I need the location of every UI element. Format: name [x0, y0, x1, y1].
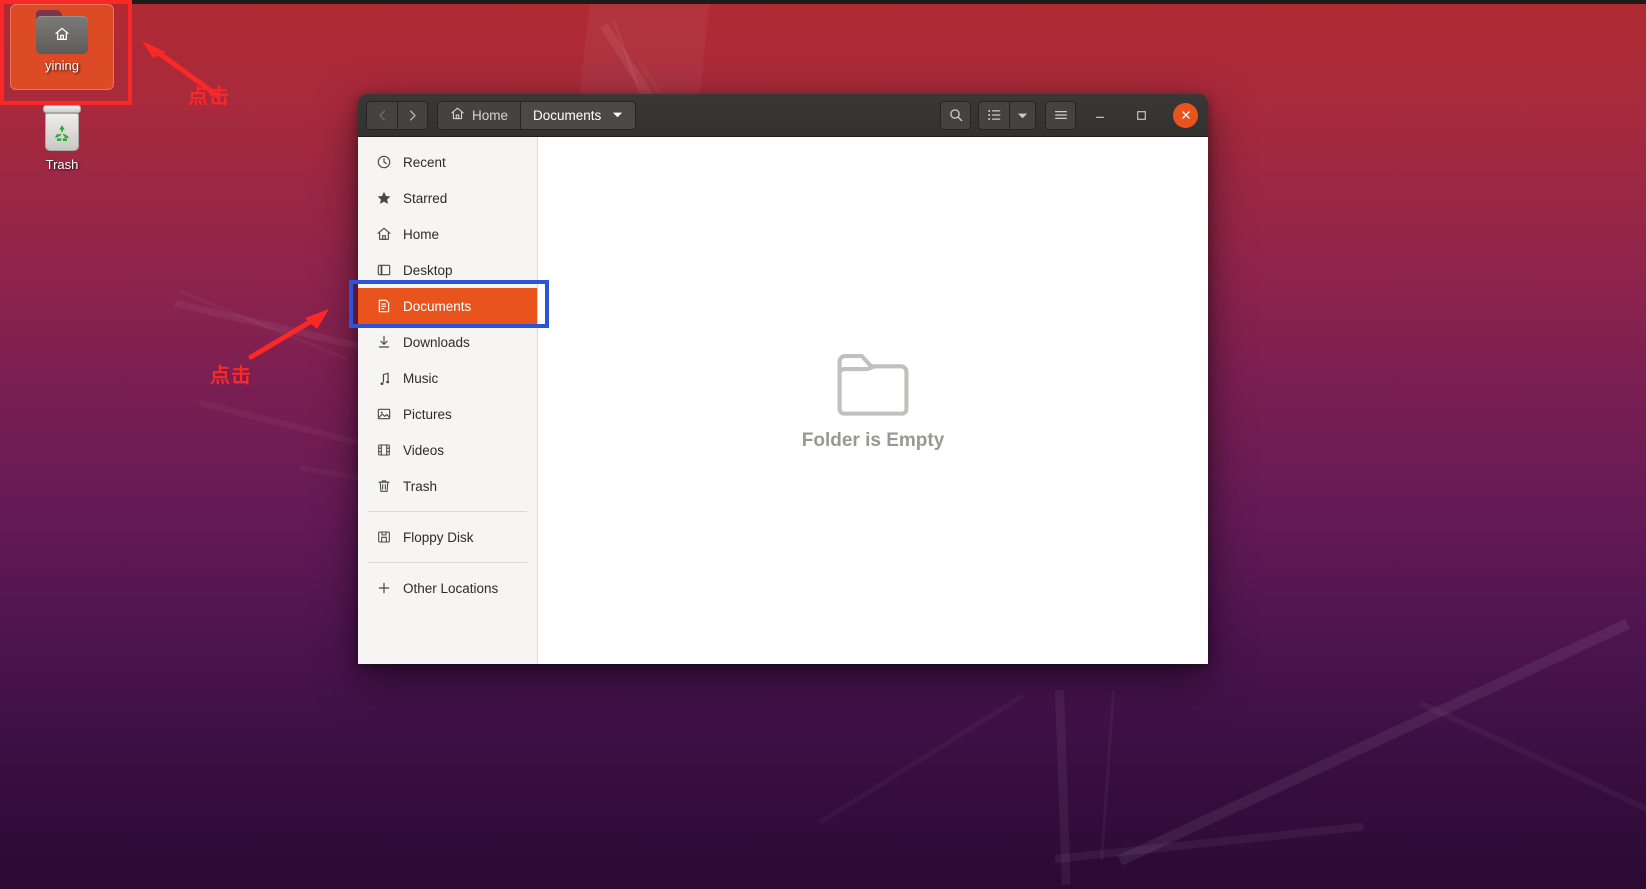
sidebar-item-downloads[interactable]: Downloads [358, 324, 537, 360]
window-headerbar: Home Documents [358, 94, 1208, 137]
sidebar-item-starred[interactable]: Starred [358, 180, 537, 216]
desktop-icon-label: Trash [45, 157, 79, 172]
file-manager-window[interactable]: Home Documents Recent Starred Home Deskt… [358, 94, 1208, 664]
breadcrumb-documents-label: Documents [533, 107, 602, 123]
main-menu-button[interactable] [1045, 100, 1076, 130]
desktop-icon-label: yining [45, 58, 79, 73]
wallpaper-shape [1054, 822, 1364, 863]
chevron-down-icon [612, 108, 623, 123]
desktop-icon [375, 262, 392, 279]
view-options-button[interactable] [1009, 100, 1036, 130]
home-icon [450, 106, 465, 124]
sidebar-item-documents[interactable]: Documents [358, 288, 537, 324]
music-icon [375, 370, 392, 387]
forward-button[interactable] [397, 100, 428, 130]
sidebar-item-pictures[interactable]: Pictures [358, 396, 537, 432]
sidebar-item-label: Documents [403, 298, 472, 314]
sidebar-item-label: Starred [403, 190, 448, 206]
wallpaper-shape [1418, 700, 1646, 884]
desktop-icon-yining[interactable]: yining [10, 4, 114, 90]
wallpaper-shape [1055, 689, 1071, 885]
top-panel-strip [0, 0, 1646, 4]
breadcrumb-home-label: Home [472, 107, 509, 123]
sidebar-item-home[interactable]: Home [358, 216, 537, 252]
search-button[interactable] [940, 100, 971, 130]
download-icon [375, 334, 392, 351]
breadcrumb-home[interactable]: Home [437, 100, 521, 130]
sidebar-item-label: Home [403, 226, 440, 242]
breadcrumb: Home Documents [437, 100, 637, 130]
sidebar-item-label: Trash [403, 478, 438, 494]
star-icon [375, 190, 392, 207]
empty-folder-message: Folder is Empty [801, 429, 945, 451]
desktop-icon-trash[interactable]: Trash [12, 105, 112, 173]
home-folder-icon [36, 10, 88, 54]
trash-icon [41, 105, 83, 153]
plus-icon [375, 580, 392, 597]
close-button[interactable] [1173, 102, 1198, 128]
sidebar-item-videos[interactable]: Videos [358, 432, 537, 468]
sidebar-item-label: Recent [403, 154, 446, 170]
folder-outline-icon [837, 353, 909, 416]
picture-icon [375, 406, 392, 423]
sidebar-item-label: Floppy Disk [403, 529, 474, 545]
sidebar-item-recent[interactable]: Recent [358, 144, 537, 180]
sidebar-item-desktop[interactable]: Desktop [358, 252, 537, 288]
sidebar-item-label: Downloads [403, 334, 470, 350]
sidebar-item-music[interactable]: Music [358, 360, 537, 396]
maximize-button[interactable] [1124, 100, 1158, 130]
sidebar-item-label: Pictures [403, 406, 452, 422]
view-controls [978, 100, 1036, 130]
sidebar-item-trash[interactable]: Trash [358, 468, 537, 504]
video-icon [375, 442, 392, 459]
back-button[interactable] [366, 100, 397, 130]
file-list-area[interactable]: Folder is Empty [538, 137, 1208, 664]
sidebar-item-label: Desktop [403, 262, 453, 278]
sidebar-divider [368, 511, 527, 512]
sidebar-item-label: Videos [403, 442, 445, 458]
wallpaper-shape [1100, 690, 1115, 860]
sidebar-item-label: Music [403, 370, 439, 386]
home-icon [375, 226, 392, 243]
clock-icon [375, 154, 392, 171]
sidebar-divider [368, 562, 527, 563]
minimize-button[interactable] [1083, 100, 1117, 130]
floppy-icon [375, 529, 392, 546]
sidebar-item-label: Other Locations [403, 580, 499, 596]
trash-icon [375, 478, 392, 495]
wallpaper-shape [199, 400, 361, 446]
navigation-buttons [366, 100, 428, 130]
sidebar-item-other-locations[interactable]: Other Locations [358, 570, 537, 606]
sidebar-item-floppy-disk[interactable]: Floppy Disk [358, 519, 537, 555]
wallpaper-shape [179, 290, 348, 361]
places-sidebar: Recent Starred Home Desktop Documents Do… [358, 137, 538, 664]
wallpaper-shape [819, 693, 1025, 824]
document-icon [375, 298, 392, 315]
breadcrumb-documents[interactable]: Documents [520, 100, 637, 130]
view-list-button[interactable] [978, 100, 1009, 130]
